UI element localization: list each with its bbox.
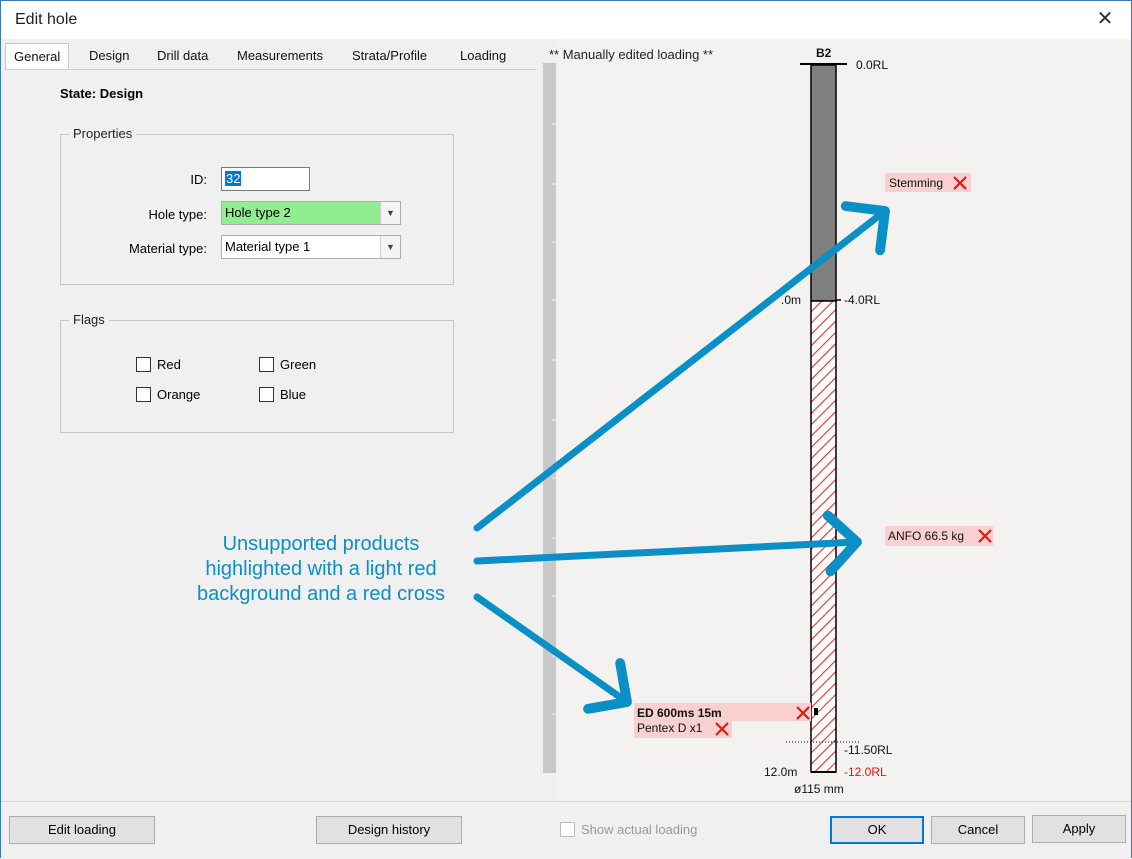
bottom-rl: -12.0RL xyxy=(844,765,887,779)
annotation-callout: Unsupported products highlighted with a … xyxy=(197,533,445,605)
booster-product-label[interactable]: Pentex D x1 xyxy=(634,720,732,738)
loading-header: ** Manually edited loading ** xyxy=(549,47,713,62)
ok-button[interactable]: OK xyxy=(830,816,924,844)
design-history-button[interactable]: Design history xyxy=(316,816,462,844)
annotation-line-2: highlighted with a light red xyxy=(205,558,436,580)
detonator-product-label[interactable]: ED 600ms 15m xyxy=(634,703,811,721)
hole-diameter: ø115 mm xyxy=(794,782,844,796)
ed-text: ED 600ms 15m xyxy=(637,706,722,720)
cancel-button[interactable]: Cancel xyxy=(931,816,1025,844)
annotation-line-1: Unsupported products xyxy=(223,533,420,555)
annotation-line-3: background and a red cross xyxy=(197,583,445,605)
anfo-text: ANFO 66.5 kg xyxy=(888,529,964,543)
stemming-text: Stemming xyxy=(889,176,943,190)
anfo-column[interactable] xyxy=(810,300,837,773)
button-bar: Edit loading Design history Show actual … xyxy=(1,801,1131,859)
anfo-product-label[interactable]: ANFO 66.5 kg xyxy=(885,526,993,546)
checkbox-box[interactable] xyxy=(560,822,575,837)
hole-name: B2 xyxy=(816,46,832,60)
bottom-depth: 12.0m xyxy=(764,765,797,779)
hole-diagram: ** Manually edited loading ** B2 0.0RL -… xyxy=(197,46,993,796)
primer-marker xyxy=(814,708,818,715)
top-rl: 0.0RL xyxy=(856,58,888,72)
stemming-product-label[interactable]: Stemming xyxy=(885,173,971,192)
apply-button[interactable]: Apply xyxy=(1032,815,1126,843)
stemming-depth: .0m xyxy=(781,293,801,307)
edit-loading-button[interactable]: Edit loading xyxy=(9,816,155,844)
arrow-to-anfo xyxy=(473,510,862,577)
stemming-rl: -4.0RL xyxy=(844,293,880,307)
show-actual-loading-label: Show actual loading xyxy=(581,822,698,837)
pentex-text: Pentex D x1 xyxy=(637,721,703,735)
arrow-to-detonator xyxy=(473,593,632,714)
edit-hole-dialog: Edit hole ✕ General Design Drill data Me… xyxy=(0,0,1132,859)
subdrill-rl: -11.50RL xyxy=(844,743,893,757)
show-actual-loading-checkbox[interactable]: Show actual loading xyxy=(560,822,697,837)
scrollbar-ticks xyxy=(552,123,556,715)
